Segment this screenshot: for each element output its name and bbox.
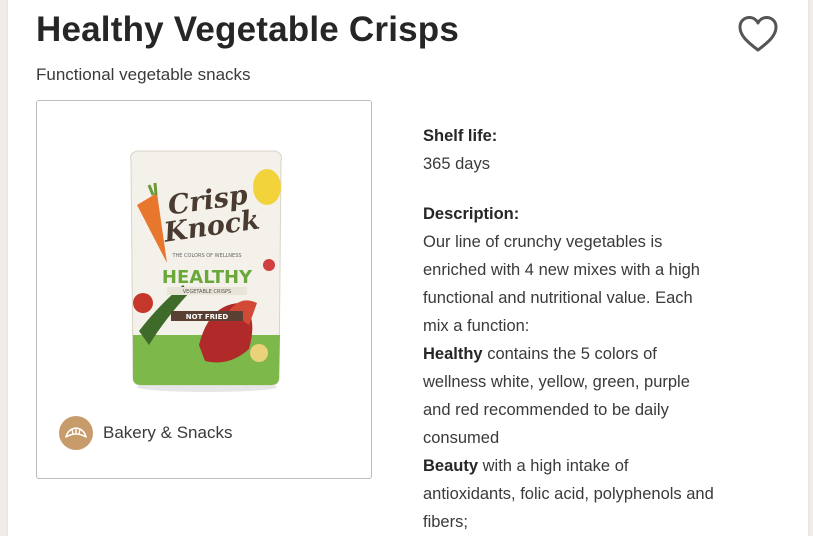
svg-text:THE COLORS OF WELLNESS: THE COLORS OF WELLNESS [171, 253, 241, 259]
favorite-button[interactable] [736, 14, 780, 56]
product-card: Crisp Knock THE COLORS OF WELLNESS HEALT… [36, 100, 372, 479]
svg-text:NOT FRIED: NOT FRIED [186, 313, 229, 321]
svg-text:HEALTHY: HEALTHY [162, 267, 253, 288]
page-title: Healthy Vegetable Crisps [36, 10, 460, 49]
shelf-life-value: 365 days [423, 155, 490, 173]
svg-text:VEGETABLE CRISPS: VEGETABLE CRISPS [183, 289, 231, 295]
product-package-image: Crisp Knock THE COLORS OF WELLNESS HEALT… [130, 150, 282, 392]
product-details: Shelf life: 365 days Description: Our li… [423, 122, 793, 536]
page-subtitle: Functional vegetable snacks [36, 65, 251, 84]
healthy-bold: Healthy [423, 345, 483, 363]
shelf-life-label: Shelf life: [423, 127, 498, 145]
category-label: Bakery & Snacks [103, 423, 233, 442]
croissant-icon [59, 416, 93, 450]
description-label: Description: [423, 205, 520, 223]
heart-outline-icon [738, 16, 778, 52]
category-link[interactable]: Bakery & Snacks [59, 416, 232, 450]
product-page: Healthy Vegetable Crisps Functional vege… [8, 0, 808, 536]
description-text: Our line of crunchy vegetables is enrich… [423, 233, 714, 531]
beauty-bold: Beauty [423, 457, 479, 475]
